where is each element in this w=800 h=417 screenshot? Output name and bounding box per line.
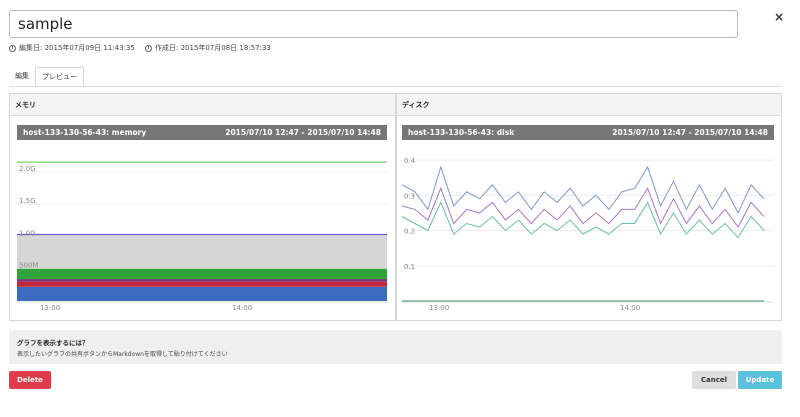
disk-graph-title: host-133-130-56-43: disk <box>408 128 515 137</box>
disk-y-tick: 0.1 <box>404 263 415 271</box>
tab-edit[interactable]: 編集 <box>9 67 35 87</box>
memory-y-tick: 1.0G <box>19 229 36 237</box>
memory-x-tick: 14:00 <box>232 304 252 312</box>
memory-graph-range: 2015/07/10 12:47 - 2015/07/10 14:48 <box>225 128 381 137</box>
disk-graph-range: 2015/07/10 12:47 - 2015/07/10 14:48 <box>612 128 768 137</box>
disk-x-tick: 14:00 <box>620 304 640 312</box>
memory-series-area <box>17 281 387 287</box>
disk-series-line <box>401 186 765 228</box>
tab-preview[interactable]: プレビュー <box>35 67 84 87</box>
disk-y-tick: 0.2 <box>404 228 415 236</box>
memory-y-tick: 500M <box>19 262 38 270</box>
updated-date: 編集日: 2015年07月09日 11:43:35 <box>9 43 135 53</box>
memory-x-tick: 13:00 <box>40 304 60 312</box>
updated-date-label: 編集日: 2015年07月09日 11:43:35 <box>19 44 135 52</box>
clock-icon <box>9 44 16 52</box>
created-date: 作成日: 2015年07月08日 18:57:33 <box>145 43 271 53</box>
disk-x-tick: 13:00 <box>429 304 449 312</box>
memory-series-area <box>17 279 387 282</box>
disk-series-line <box>401 165 765 215</box>
title-input[interactable] <box>9 10 738 38</box>
disk-graph-bar: host-133-130-56-43: disk 2015/07/10 12:4… <box>402 125 774 140</box>
memory-series-area <box>17 286 387 301</box>
close-icon[interactable]: × <box>772 10 786 24</box>
clock-icon <box>145 44 152 52</box>
memory-graph-title: host-133-130-56-43: memory <box>23 128 147 137</box>
help-box: グラフを表示するには？ 表示したいグラフの共有ボタンからMarkdownを取得し… <box>9 330 782 364</box>
memory-graph-bar: host-133-130-56-43: memory 2015/07/10 12… <box>17 125 387 140</box>
cancel-button[interactable]: Cancel <box>692 371 736 389</box>
help-text: 表示したいグラフの共有ボタンからMarkdownを取得して貼り付けてください <box>17 351 228 358</box>
created-date-label: 作成日: 2015年07月08日 18:57:33 <box>155 44 271 52</box>
delete-button[interactable]: Delete <box>9 371 51 389</box>
memory-y-tick: 2.0G <box>19 165 36 173</box>
memory-series-area <box>17 235 387 269</box>
update-button[interactable]: Update <box>738 371 782 389</box>
tab-bar: 編集 プレビュー <box>9 67 84 87</box>
disk-y-tick: 0.4 <box>404 157 416 165</box>
disk-panel: ディスク 0.1 0.2 0.3 0.4 13:00 14:00 host-133-130… <box>396 93 782 321</box>
memory-panel: メモリ 500M 1.0G 1.5G 2.0G 13:00 14:00 host-133-… <box>9 93 396 321</box>
memory-y-tick: 1.5G <box>19 197 36 205</box>
disk-y-tick: 0.3 <box>404 192 415 200</box>
tab-divider <box>9 86 782 87</box>
memory-series-area <box>17 268 387 280</box>
help-title: グラフを表示するには？ <box>17 339 89 347</box>
